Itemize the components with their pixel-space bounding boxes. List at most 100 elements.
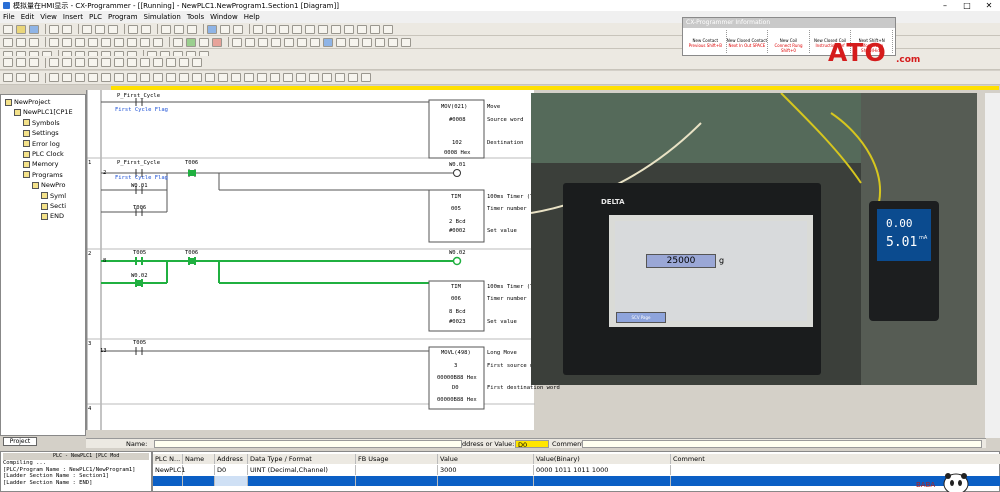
monitor-mode-icon[interactable] <box>199 37 209 47</box>
grid-icon[interactable] <box>253 24 263 34</box>
show-io-icon[interactable] <box>231 73 241 82</box>
closed-contact-icon[interactable] <box>62 37 72 47</box>
tree-item[interactable]: NewPro <box>32 180 66 190</box>
table-row[interactable]: NewPLC1 D0 UINT (Decimal,Channel) 3000 0… <box>153 465 1000 475</box>
download-icon[interactable] <box>232 37 242 47</box>
cut-icon[interactable] <box>82 24 92 34</box>
menu-window[interactable]: Window <box>210 13 238 21</box>
tab-project[interactable]: Project <box>3 437 37 446</box>
paste-icon[interactable] <box>108 24 118 34</box>
menu-file[interactable]: File <box>3 13 15 21</box>
rung-icon[interactable] <box>279 24 289 34</box>
close-button[interactable]: ✕ <box>978 0 1000 11</box>
show-grid-icon[interactable] <box>101 73 111 82</box>
address-field[interactable]: D0 <box>515 440 549 449</box>
name-field[interactable] <box>154 440 462 448</box>
memory-icon[interactable] <box>375 37 385 47</box>
find-icon[interactable] <box>161 24 171 34</box>
run-icon[interactable] <box>186 37 196 47</box>
upload-icon[interactable] <box>245 37 255 47</box>
sim-settings-icon[interactable] <box>192 58 202 67</box>
col-value-binary[interactable]: Value(Binary) <box>534 454 671 464</box>
menu-plc[interactable]: PLC <box>89 13 102 21</box>
copy-icon[interactable] <box>95 24 105 34</box>
col-comment[interactable]: Comment <box>671 454 1000 464</box>
new-file-icon[interactable] <box>3 24 13 34</box>
col-value[interactable]: Value <box>438 454 534 464</box>
show-status-icon[interactable] <box>361 73 371 82</box>
cascade-icon[interactable] <box>383 24 393 34</box>
undo-icon[interactable] <box>128 24 138 34</box>
show-address-icon[interactable] <box>75 73 85 82</box>
show-fb-icon[interactable] <box>270 73 280 82</box>
menu-help[interactable]: Help <box>244 13 260 21</box>
save-icon[interactable] <box>29 24 39 34</box>
online-icon[interactable] <box>173 37 183 47</box>
menu-insert[interactable]: Insert <box>63 13 83 21</box>
sim-icon[interactable] <box>323 37 333 47</box>
watch-icon[interactable] <box>305 24 315 34</box>
sim-run-icon[interactable] <box>49 58 59 67</box>
tile-icon[interactable] <box>370 24 380 34</box>
open-folder-icon[interactable] <box>16 24 26 34</box>
show-address-ref-icon[interactable] <box>192 73 202 82</box>
st-view-icon[interactable] <box>29 73 39 82</box>
col-plc-name[interactable]: PLC N... <box>153 454 183 464</box>
zoom-icon[interactable] <box>233 24 243 34</box>
reset-icon[interactable] <box>310 37 320 47</box>
show-symbols-icon[interactable] <box>62 73 72 82</box>
force-off-icon[interactable] <box>284 37 294 47</box>
table-row-selected[interactable] <box>153 476 1000 486</box>
vertical-scrollbar[interactable] <box>985 93 1000 438</box>
or-contact-icon[interactable] <box>75 37 85 47</box>
tree-item[interactable]: Memory <box>23 159 58 169</box>
tree-item[interactable]: END <box>41 211 64 221</box>
print-preview-icon[interactable] <box>62 24 72 34</box>
show-xref-icon[interactable] <box>179 73 189 82</box>
sim-step-in-icon[interactable] <box>75 58 85 67</box>
col-fb-usage[interactable]: FB Usage <box>356 454 438 464</box>
instruction-icon[interactable] <box>153 37 163 47</box>
window-icon[interactable] <box>357 24 367 34</box>
tree-item[interactable]: Secti <box>41 201 66 211</box>
contact-icon[interactable] <box>49 37 59 47</box>
trace-icon[interactable] <box>362 37 372 47</box>
print-icon[interactable] <box>49 24 59 34</box>
cross-ref-icon[interactable] <box>318 24 328 34</box>
menu-edit[interactable]: Edit <box>21 13 35 21</box>
show-sim-icon[interactable] <box>166 73 176 82</box>
tree-item[interactable]: NewProject <box>5 97 50 107</box>
zoom-in-icon[interactable] <box>16 37 26 47</box>
show-table-icon[interactable] <box>322 73 332 82</box>
select-icon[interactable] <box>3 37 13 47</box>
closed-coil-icon[interactable] <box>140 37 150 47</box>
sim-pause-icon[interactable] <box>62 58 72 67</box>
io-table-icon[interactable] <box>388 37 398 47</box>
tree-item[interactable]: Settings <box>23 128 59 138</box>
show-trace-icon[interactable] <box>296 73 306 82</box>
col-address[interactable]: Address <box>215 454 248 464</box>
vertical-line-icon[interactable] <box>101 37 111 47</box>
sim-select-icon[interactable] <box>3 58 13 67</box>
zoom-out-icon[interactable] <box>29 37 39 47</box>
tree-item[interactable]: Syml <box>41 191 66 201</box>
tree-item[interactable]: Error log <box>23 139 60 149</box>
sim-scan-icon[interactable] <box>127 58 137 67</box>
tree-item[interactable]: NewPLC1[CP1E <box>14 107 73 117</box>
ladder-view-icon[interactable] <box>16 73 26 82</box>
comment-icon[interactable] <box>266 24 276 34</box>
goto-icon[interactable] <box>187 24 197 34</box>
ladder-diagram[interactable]: 1 2 3 4 2 8 13 P_First_Cycle First Cycle… <box>86 90 560 430</box>
set-icon[interactable] <box>297 37 307 47</box>
menu-simulation[interactable]: Simulation <box>144 13 181 21</box>
horizontal-line-icon[interactable] <box>114 37 124 47</box>
show-rung-icon[interactable] <box>88 73 98 82</box>
col-data-type[interactable]: Data Type / Format <box>248 454 356 464</box>
redo-icon[interactable] <box>141 24 151 34</box>
address-icon[interactable] <box>331 24 341 34</box>
menu-program[interactable]: Program <box>108 13 138 21</box>
tree-item[interactable]: Programs <box>23 170 63 180</box>
info-icon[interactable] <box>220 24 230 34</box>
show-watch-icon[interactable] <box>127 73 137 82</box>
show-chart-icon[interactable] <box>309 73 319 82</box>
